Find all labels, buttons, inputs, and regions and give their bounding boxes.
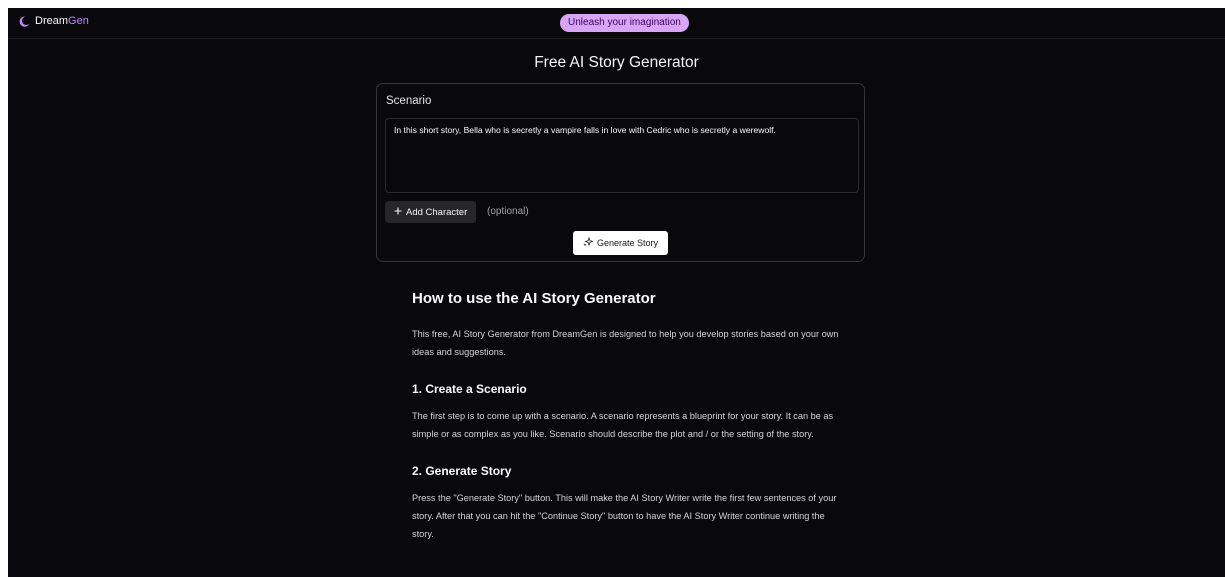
add-character-label: Add Character [406, 206, 468, 218]
step-2-body: Press the "Generate Story" button. This … [412, 493, 837, 539]
page-title: Free AI Story Generator [534, 54, 699, 71]
sparkles-icon [583, 236, 594, 249]
brand-logo-link[interactable]: DreamGen [19, 15, 89, 27]
article-heading: How to use the AI Story Generator [412, 290, 656, 307]
app-window: DreamGen Unleash your imagination Free A… [8, 8, 1225, 577]
step-2-title: 2. Generate Story [412, 464, 512, 478]
article-intro: This free, AI Story Generator from Dream… [412, 329, 839, 357]
crescent-moon-icon [19, 15, 30, 27]
story-form-card: Scenario In this short story, Bella who … [376, 83, 865, 262]
add-character-button[interactable]: Add Character [385, 201, 477, 223]
brand-name-prefix: Dream [35, 15, 69, 27]
plus-icon [394, 207, 402, 218]
step-1-body: The first step is to come up with a scen… [412, 411, 834, 439]
how-to-article: How to use the AI Story Generator This f… [412, 290, 842, 564]
optional-note: (optional) [487, 206, 529, 217]
top-navbar: DreamGen Unleash your imagination [8, 8, 1225, 39]
brand-name-suffix: Gen [68, 15, 89, 27]
generate-story-label: Generate Story [597, 238, 659, 248]
generate-story-button[interactable]: Generate Story [573, 231, 669, 255]
scenario-label: Scenario [386, 95, 432, 107]
tagline-badge[interactable]: Unleash your imagination [560, 14, 689, 32]
brand-name: DreamGen [35, 15, 89, 27]
step-1-title: 1. Create a Scenario [412, 382, 527, 396]
scenario-textarea[interactable]: In this short story, Bella who is secret… [385, 118, 859, 193]
